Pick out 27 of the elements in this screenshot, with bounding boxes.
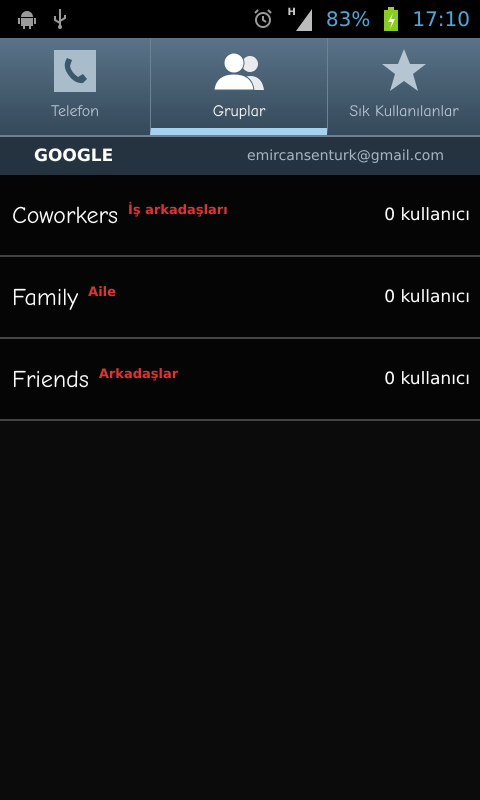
annotation: Aile (88, 285, 116, 300)
tab[interactable]: Telefon (0, 38, 150, 135)
clock: 17:10 (412, 7, 470, 31)
star-icon (381, 48, 427, 92)
group-name: Coworkers (12, 201, 118, 229)
battery-icon (384, 7, 398, 31)
alarm-clock-icon (252, 8, 274, 30)
member-count: 0 kullanıcı (384, 205, 470, 225)
android-icon (16, 8, 38, 30)
battery-percent: 83% (326, 7, 370, 31)
network-type: H (288, 7, 296, 18)
group-row[interactable]: Friends Arkadaşlar 0 kullanıcı (0, 339, 480, 421)
signal-icon (296, 7, 312, 31)
annotation: İş arkadaşları (128, 203, 228, 218)
usb-icon (52, 8, 68, 30)
account-email: emircansenturk@gmail.com (247, 148, 444, 164)
group-name: Friends (12, 365, 89, 393)
phone-icon (54, 50, 96, 92)
tab[interactable]: Sık Kullanılanlar (327, 38, 480, 135)
annotation: Arkadaşlar (98, 367, 178, 382)
account-type: GOOGLE (34, 146, 114, 166)
group-row[interactable]: Family Aile 0 kullanıcı (0, 257, 480, 339)
member-count: 0 kullanıcı (384, 369, 470, 389)
people-icon (212, 50, 266, 92)
group-row[interactable]: Coworkers İş arkadaşları 0 kullanıcı (0, 175, 480, 257)
member-count: 0 kullanıcı (384, 287, 470, 307)
group-name: Family (12, 283, 78, 311)
